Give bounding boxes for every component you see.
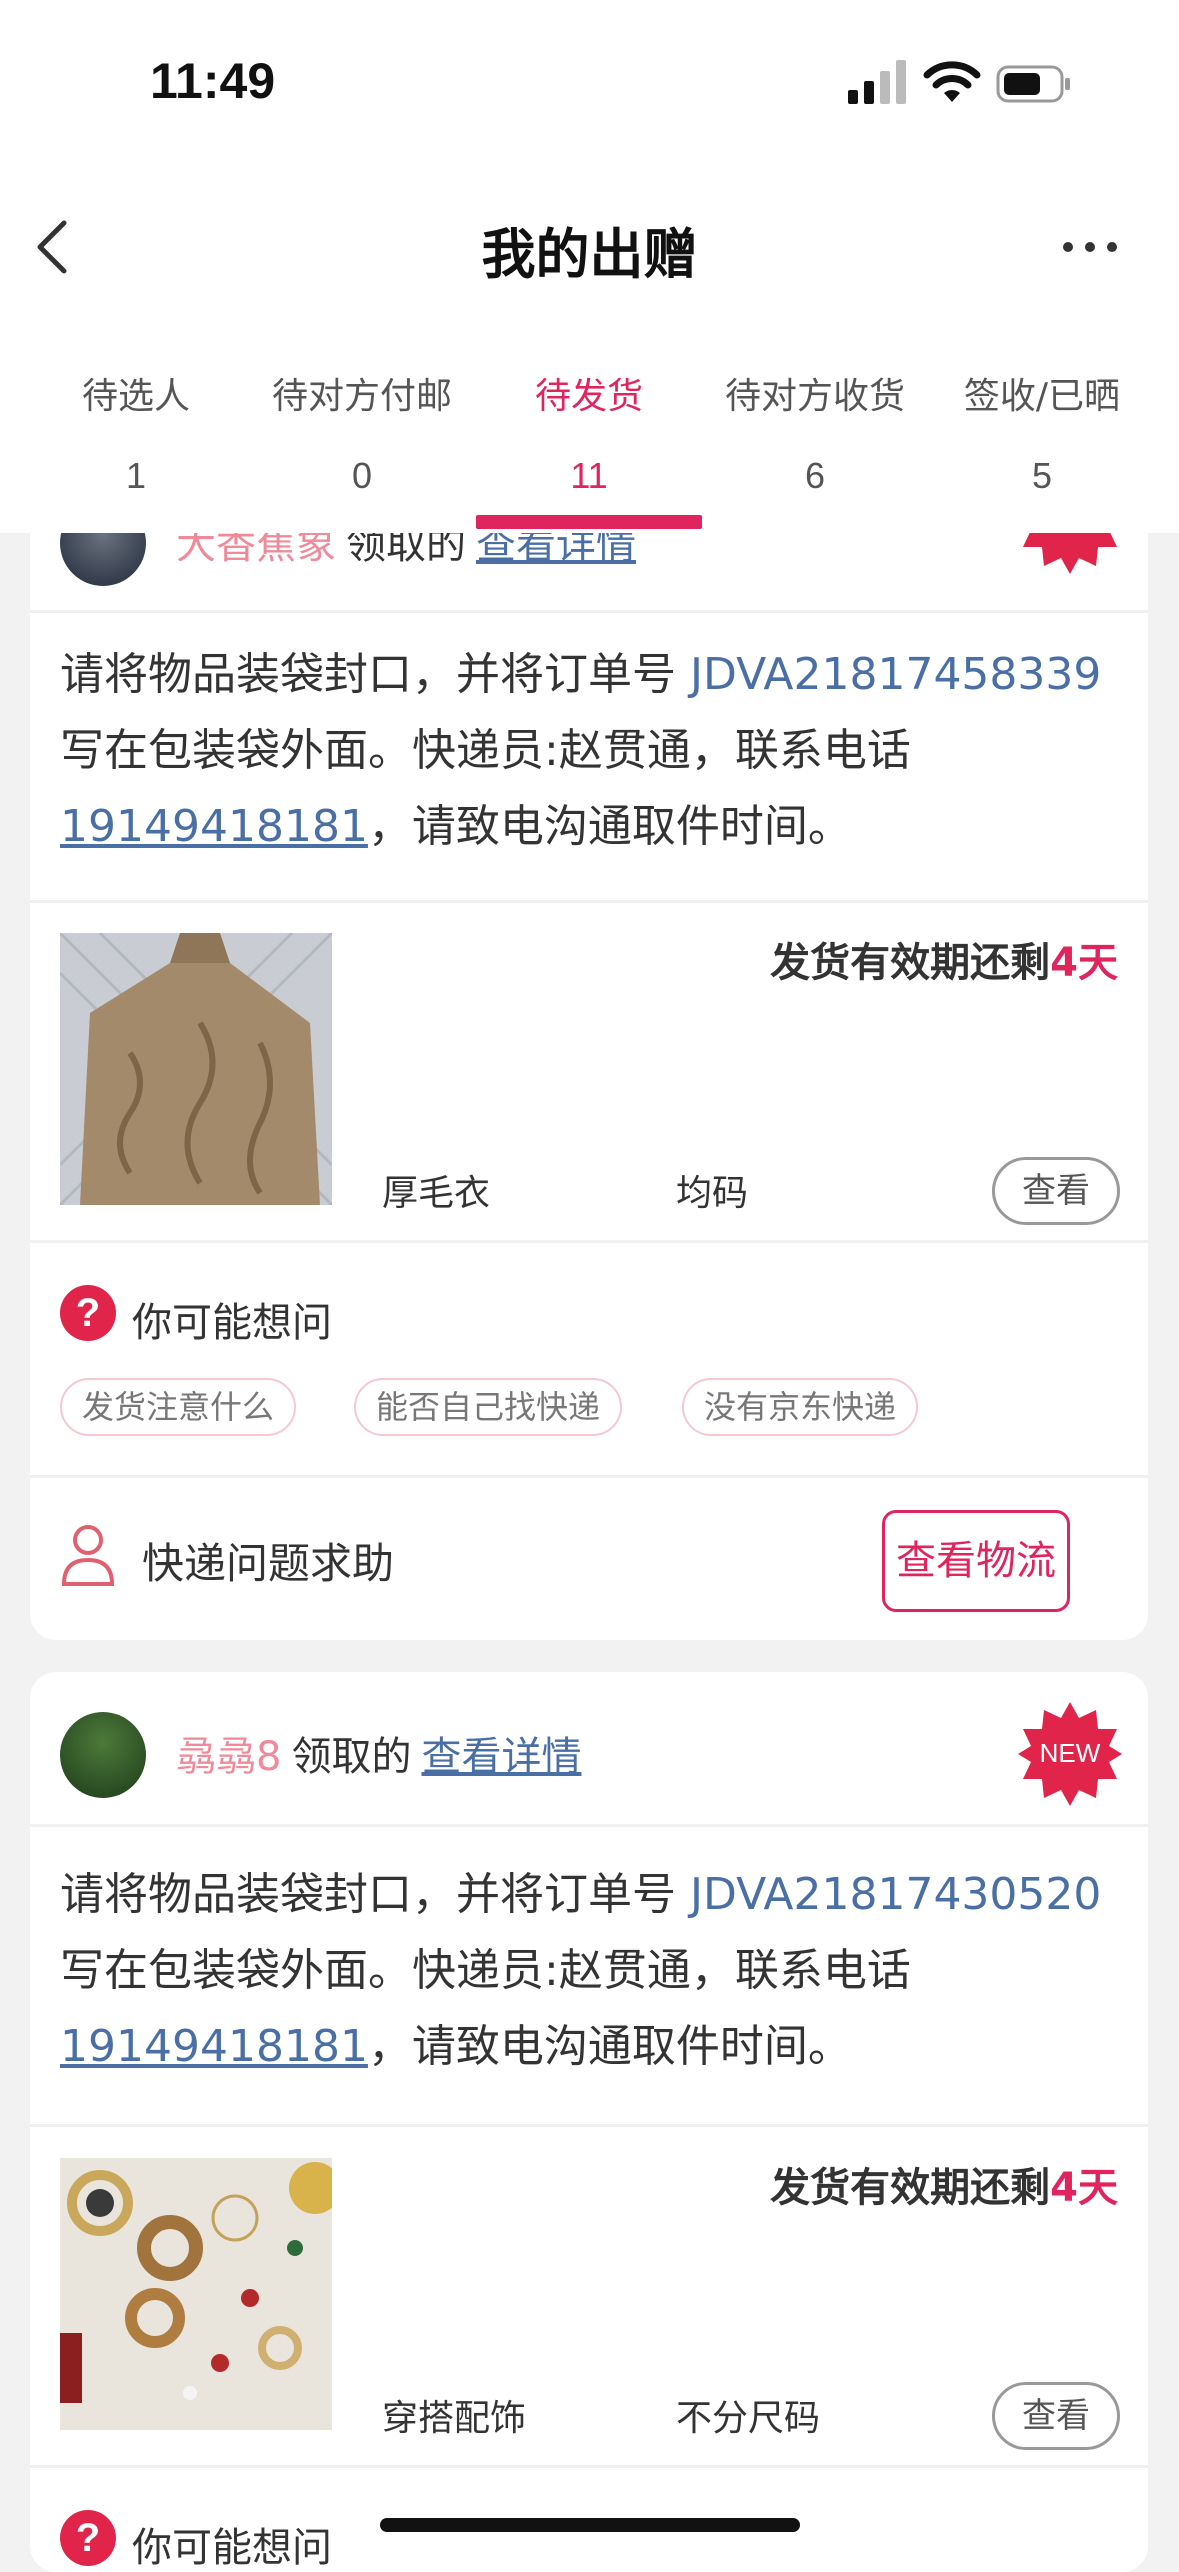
faq-chip-no-jd-courier[interactable]: 没有京东快递: [682, 1378, 919, 1436]
view-item-button[interactable]: 查看: [992, 1157, 1120, 1225]
card-header: 骉骉8 领取的 查看详情 NEW: [30, 1672, 1148, 1824]
avatar[interactable]: [60, 1712, 146, 1798]
wifi-icon: [923, 61, 981, 102]
deadline-days: 4天: [1050, 940, 1118, 986]
divider: [30, 1824, 1148, 1827]
divider: [30, 900, 1148, 903]
faq-chip-shipping-notes[interactable]: 发货注意什么: [60, 1378, 297, 1436]
divider: [30, 2465, 1148, 2468]
home-indicator: [380, 2518, 800, 2532]
new-badge: NEW: [1018, 1702, 1122, 1806]
instr-text: 写在包装袋外面。快递员:赵贯通，联系电话: [60, 1945, 911, 1996]
tab-count: 0: [351, 455, 373, 496]
tab-pending-shipment[interactable]: 待发货 11: [471, 315, 707, 533]
more-options-icon[interactable]: [1060, 227, 1120, 267]
shipping-deadline: 发货有效期还剩4天: [770, 930, 1118, 988]
deadline-label: 发货有效期还剩: [770, 2165, 1051, 2211]
question-icon: ?: [60, 1285, 116, 1341]
tab-count: 11: [570, 455, 608, 496]
instr-text: 写在包装袋外面。快递员:赵贯通，联系电话: [60, 725, 911, 776]
battery-icon: [996, 65, 1070, 103]
question-icon: ?: [60, 2510, 116, 2566]
courier-phone-link[interactable]: 19149418181: [60, 2021, 368, 2072]
tab-count: 6: [804, 455, 826, 496]
divider: [30, 2124, 1148, 2127]
courier-help-link[interactable]: 快递问题求助: [142, 1530, 394, 1591]
item-name: 厚毛衣: [382, 1173, 491, 1214]
faq-chip-own-courier[interactable]: 能否自己找快递: [354, 1378, 623, 1436]
instr-text: 请将物品装袋封口，并将订单号: [60, 649, 690, 700]
courier-phone-link[interactable]: 19149418181: [60, 801, 368, 852]
tab-label: 待对方收货: [724, 376, 905, 417]
order-card: 大香蕉象 领取的 查看详情 请将物品装袋封口，并将订单号 JDVA218174583…: [30, 490, 1148, 1640]
instr-text: 请将物品装袋封口，并将订单号: [60, 1869, 690, 1920]
shipping-instructions: 请将物品装袋封口，并将订单号 JDVA21817458339 写在包装袋外面。快…: [60, 637, 1120, 865]
item-size: 均码: [676, 1173, 749, 1214]
item-size: 不分尺码: [676, 2398, 821, 2439]
tab-pending-selection[interactable]: 待选人 1: [18, 315, 254, 533]
faq-title: 你可能想问: [132, 2525, 332, 2571]
view-item-button[interactable]: 查看: [992, 2382, 1120, 2450]
status-time: 11:49: [150, 53, 276, 109]
divider: [30, 1475, 1148, 1478]
tab-label: 待选人: [81, 376, 190, 417]
divider: [30, 1240, 1148, 1243]
view-logistics-button[interactable]: 查看物流: [882, 1510, 1070, 1612]
status-tabs: 待选人 1 待对方付邮 0 待发货 11 待对方收货 6 签收/已晒 5: [0, 315, 1179, 533]
item-image-accessories[interactable]: [60, 2158, 332, 2430]
order-number: JDVA21817458339: [690, 649, 1102, 700]
nav-bar: 我的出赠: [0, 175, 1179, 315]
recipient-name[interactable]: 骉骉8: [176, 1734, 281, 1780]
tab-label: 待发货: [534, 376, 643, 417]
status-bar: 11:49: [0, 0, 1179, 175]
faq-title: 你可能想问: [132, 1300, 332, 1346]
tab-pending-postage[interactable]: 待对方付邮 0: [244, 315, 480, 533]
deadline-label: 发货有效期还剩: [770, 940, 1051, 986]
tab-label: 签收/已晒: [963, 376, 1121, 417]
instr-text: ，请致电沟通取件时间。: [367, 2021, 852, 2072]
view-details-link[interactable]: 查看详情: [421, 1734, 581, 1780]
order-card: 骉骉8 领取的 查看详情 NEW 请将物品装袋封口，并将订单号 JDVA218174…: [30, 1672, 1148, 2572]
claimed-label: 领取的: [291, 1734, 412, 1780]
tab-received[interactable]: 签收/已晒 5: [924, 315, 1160, 533]
tab-label: 待对方付邮: [271, 376, 452, 417]
cellular-signal-icon: [848, 60, 906, 104]
page-title: 我的出赠: [481, 223, 698, 286]
user-help-icon: [61, 1525, 115, 1586]
order-number: JDVA21817430520: [690, 1869, 1102, 1920]
tab-count: 1: [125, 455, 147, 496]
badge-text: NEW: [1039, 1738, 1101, 1768]
item-image-sweater[interactable]: [60, 933, 332, 1205]
shipping-instructions: 请将物品装袋封口，并将订单号 JDVA21817430520 写在包装袋外面。快…: [60, 1857, 1120, 2085]
shipping-deadline: 发货有效期还剩4天: [770, 2155, 1118, 2213]
instr-text: ，请致电沟通取件时间。: [367, 801, 852, 852]
active-tab-indicator: [476, 515, 702, 529]
divider: [30, 610, 1148, 613]
tab-count: 5: [1031, 455, 1053, 496]
deadline-days: 4天: [1050, 2165, 1118, 2211]
item-name: 穿搭配饰: [382, 2398, 527, 2439]
tab-pending-receipt[interactable]: 待对方收货 6: [697, 315, 933, 533]
